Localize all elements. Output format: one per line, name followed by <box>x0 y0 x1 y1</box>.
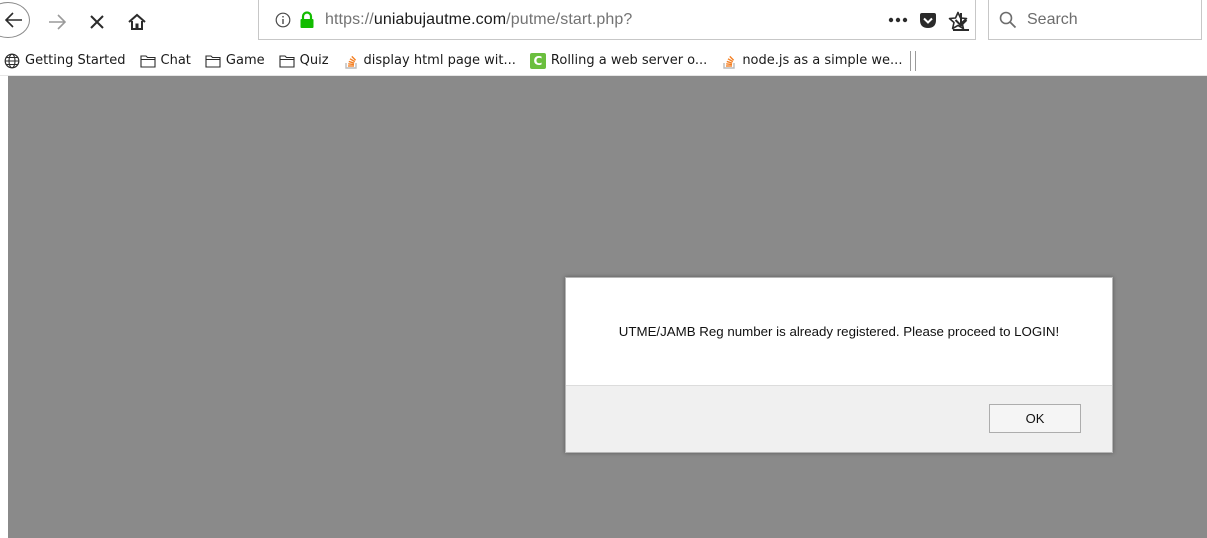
back-arrow-icon <box>5 12 22 28</box>
bookmark-folder-chat[interactable]: Chat <box>132 49 197 73</box>
info-icon[interactable] <box>275 12 291 28</box>
bookmark-folder-quiz[interactable]: Quiz <box>271 49 335 73</box>
bookmark-label: display html page wit... <box>363 53 516 68</box>
bookmark-label: node.js as a simple we... <box>742 53 903 68</box>
pocket-button[interactable] <box>913 5 943 35</box>
globe-icon <box>4 53 20 69</box>
search-bar[interactable] <box>988 0 1202 40</box>
url-path: /putme/start.php? <box>506 10 633 28</box>
folder-icon <box>205 53 221 69</box>
bookmark-nodejs[interactable]: node.js as a simple we... <box>713 49 908 73</box>
c-site-icon: C <box>529 52 546 69</box>
page-actions-button[interactable] <box>883 5 913 35</box>
bookmark-rolling-web-server[interactable]: C Rolling a web server o... <box>522 49 713 73</box>
home-icon <box>128 13 146 30</box>
pocket-icon <box>920 12 936 28</box>
url-bar[interactable]: https://uniabujautme.com/putme/start.php… <box>258 0 976 40</box>
navigation-toolbar: https://uniabujautme.com/putme/start.php… <box>0 0 1207 46</box>
bookmarks-separator <box>910 50 912 71</box>
bookmark-getting-started[interactable]: Getting Started <box>0 49 132 73</box>
forward-button[interactable] <box>44 4 70 40</box>
page-content: UTME/JAMB Reg number is already register… <box>8 76 1207 538</box>
back-button[interactable] <box>0 2 30 38</box>
search-input[interactable] <box>1025 9 1199 30</box>
bookmark-label: Game <box>225 53 265 68</box>
download-icon <box>953 13 969 31</box>
bookmarks-separator <box>915 50 917 71</box>
bookmark-label: Quiz <box>299 53 329 68</box>
ellipsis-icon <box>888 17 908 23</box>
downloads-button[interactable] <box>946 6 976 38</box>
bookmark-label: Rolling a web server o... <box>550 53 708 68</box>
bookmarks-toolbar: Getting Started Chat Game Quiz display h… <box>0 46 1207 76</box>
bookmark-folder-game[interactable]: Game <box>197 49 271 73</box>
url-scheme: https:// <box>325 10 374 28</box>
stop-button[interactable] <box>84 4 110 40</box>
alert-dialog: UTME/JAMB Reg number is already register… <box>565 277 1113 453</box>
ok-button[interactable]: OK <box>989 404 1081 433</box>
stackoverflow-icon <box>721 53 737 69</box>
bookmark-label: Getting Started <box>25 53 126 68</box>
dialog-footer: OK <box>566 385 1112 452</box>
stackoverflow-icon <box>343 53 359 69</box>
home-button[interactable] <box>124 4 150 40</box>
bookmark-label: Chat <box>160 53 191 68</box>
folder-icon <box>139 53 156 69</box>
folder-icon <box>279 53 295 69</box>
search-icon <box>999 11 1017 28</box>
forward-arrow-icon <box>49 14 66 30</box>
url-text[interactable]: https://uniabujautme.com/putme/start.php… <box>325 11 632 29</box>
close-icon <box>90 15 104 29</box>
url-host: uniabujautme.com <box>373 10 507 28</box>
dialog-message: UTME/JAMB Reg number is already register… <box>618 324 1060 339</box>
bookmark-display-html[interactable]: display html page wit... <box>335 49 522 73</box>
lock-icon[interactable] <box>299 10 315 29</box>
